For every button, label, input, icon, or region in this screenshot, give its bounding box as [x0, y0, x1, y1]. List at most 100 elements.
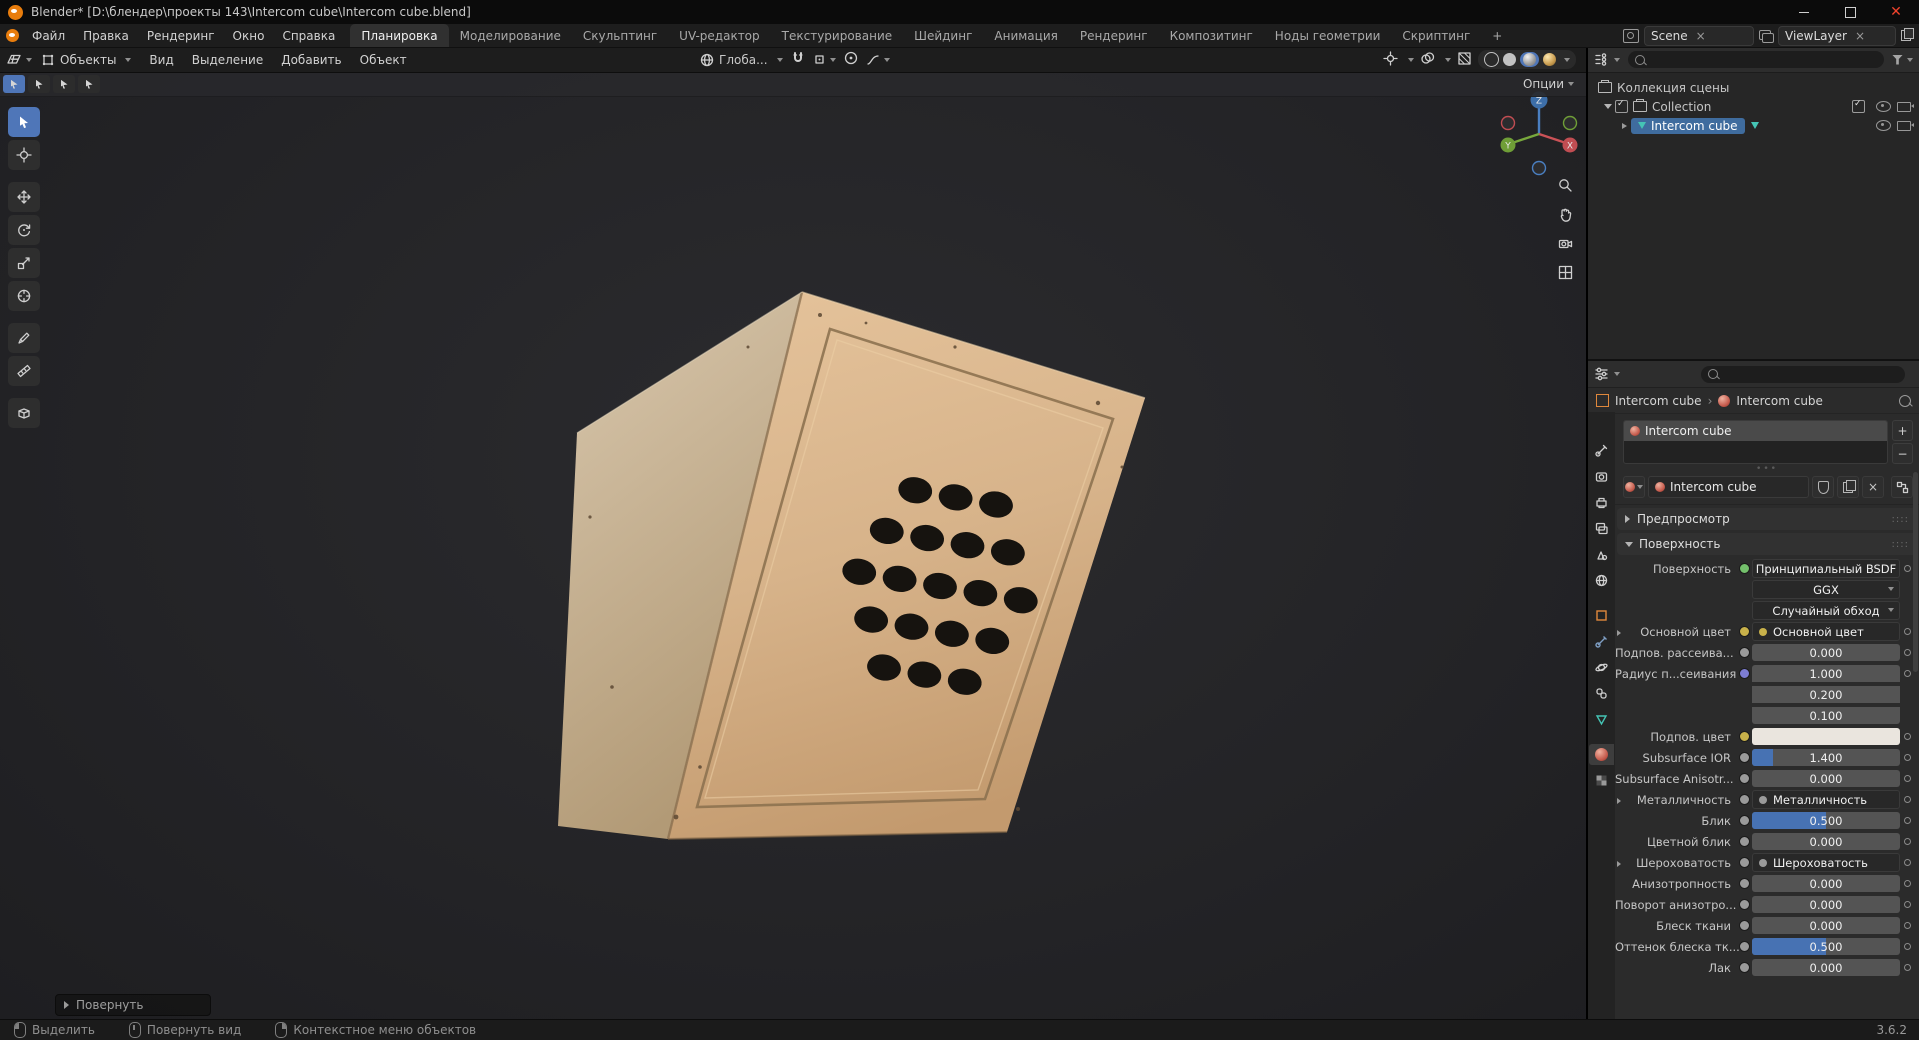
- collapse-icon[interactable]: [1604, 104, 1612, 109]
- material-slot-active[interactable]: Intercom cube: [1624, 421, 1887, 441]
- outliner-row-collection[interactable]: Collection: [1588, 97, 1919, 116]
- properties-editor-caret-icon[interactable]: [1614, 372, 1620, 376]
- clearcoat-slider[interactable]: 0.000: [1752, 959, 1900, 976]
- subsurface-slider[interactable]: 0.000: [1752, 644, 1900, 661]
- decorator-dot[interactable]: [1904, 838, 1911, 845]
- decorator-dot[interactable]: [1904, 565, 1911, 572]
- select-mode-set-button[interactable]: [3, 75, 25, 93]
- menu-add[interactable]: Добавить: [272, 47, 350, 72]
- subsurface-radius-r[interactable]: 1.000: [1752, 665, 1900, 682]
- tab-scene[interactable]: [1589, 544, 1614, 565]
- tab-animation[interactable]: Анимация: [983, 24, 1068, 47]
- zoom-icon[interactable]: [1552, 175, 1578, 195]
- decorator-dot[interactable]: [1904, 754, 1911, 761]
- blender-menu-icon[interactable]: [6, 29, 19, 42]
- tab-object-data[interactable]: [1589, 709, 1614, 730]
- breadcrumb-material[interactable]: Intercom cube: [1736, 394, 1823, 408]
- viewlayer-unlink-icon[interactable]: ×: [1855, 29, 1865, 43]
- fake-user-shield-button[interactable]: [1812, 476, 1834, 498]
- tab-rendering[interactable]: Рендеринг: [1069, 24, 1159, 47]
- decorator-dot[interactable]: [1904, 943, 1911, 950]
- disable-render-icon[interactable]: [1897, 120, 1914, 131]
- operator-panel-rotate[interactable]: Повернуть: [55, 994, 211, 1016]
- tab-shading[interactable]: Шейдинг: [903, 24, 983, 47]
- menu-render[interactable]: Рендеринг: [138, 24, 224, 47]
- add-cube-tool[interactable]: [8, 398, 40, 428]
- menu-file[interactable]: Файл: [23, 24, 74, 47]
- scene-selector[interactable]: Scene ×: [1644, 25, 1754, 46]
- transform-orientation-dropdown[interactable]: Глоба...: [700, 53, 783, 67]
- cursor-tool[interactable]: [8, 140, 40, 170]
- decorator-dot[interactable]: [1904, 628, 1911, 635]
- pan-hand-icon[interactable]: [1552, 204, 1578, 224]
- disable-render-icon[interactable]: [1897, 101, 1914, 112]
- hide-eye-icon[interactable]: [1876, 120, 1891, 131]
- tab-modifiers[interactable]: [1589, 631, 1614, 652]
- collection-exclude-checkbox[interactable]: [1852, 99, 1865, 113]
- subsurface-radius-g[interactable]: 0.200: [1752, 686, 1900, 703]
- decorator-dot[interactable]: [1904, 649, 1911, 656]
- panel-surface[interactable]: Поверхность ::::: [1617, 533, 1917, 555]
- tab-texturing[interactable]: Текстурирование: [771, 24, 903, 47]
- properties-editor-icon[interactable]: [1594, 366, 1610, 382]
- show-gizmo-icon[interactable]: [1383, 50, 1398, 69]
- outliner-search[interactable]: [1628, 51, 1884, 68]
- outliner-editor-caret-icon[interactable]: [1614, 57, 1620, 62]
- distribution-dropdown[interactable]: GGX: [1752, 580, 1900, 599]
- subsurface-radius-b[interactable]: 0.100: [1752, 707, 1900, 724]
- decorator-dot[interactable]: [1904, 775, 1911, 782]
- material-name-field[interactable]: Intercom cube: [1648, 476, 1809, 498]
- sheen-slider[interactable]: 0.000: [1752, 917, 1900, 934]
- subsurface-color-swatch[interactable]: [1752, 728, 1900, 745]
- scene-unlink-icon[interactable]: ×: [1696, 29, 1706, 43]
- panel-preview[interactable]: Предпросмотр ::::: [1617, 508, 1917, 530]
- nodes-icon[interactable]: [1891, 476, 1913, 498]
- tab-compositing[interactable]: Композитинг: [1159, 24, 1264, 47]
- select-mode-subtract-button[interactable]: [53, 75, 75, 93]
- anisotropic-slider[interactable]: 0.000: [1752, 875, 1900, 892]
- menu-edit[interactable]: Правка: [74, 24, 138, 47]
- base-color-input[interactable]: Основной цвет: [1752, 622, 1900, 641]
- proportional-falloff-dropdown[interactable]: [866, 53, 890, 67]
- tab-world[interactable]: [1589, 570, 1614, 591]
- navigation-gizmo[interactable]: Z X Y: [1494, 89, 1584, 179]
- measure-tool[interactable]: [8, 356, 40, 386]
- snap-magnet-icon[interactable]: [791, 51, 805, 68]
- camera-view-icon[interactable]: [1552, 233, 1578, 253]
- gizmo-caret-icon[interactable]: [1408, 57, 1414, 62]
- decorator-dot[interactable]: [1904, 733, 1911, 740]
- snap-target-dropdown[interactable]: [813, 53, 836, 66]
- surface-shader-dropdown[interactable]: Принципиальный BSDF: [1752, 559, 1900, 578]
- decorator-dot[interactable]: [1904, 817, 1911, 824]
- subsurface-ior-slider[interactable]: 1.400: [1752, 749, 1900, 766]
- decorator-dot[interactable]: [1904, 670, 1911, 677]
- tab-view-layer[interactable]: [1589, 518, 1614, 539]
- shading-material-button[interactable]: [1523, 53, 1536, 66]
- move-tool[interactable]: [8, 182, 40, 212]
- menu-select[interactable]: Выделение: [183, 47, 272, 72]
- toggle-grid-icon[interactable]: [1552, 262, 1578, 282]
- decorator-dot[interactable]: [1904, 901, 1911, 908]
- tab-geometry-nodes[interactable]: Ноды геометрии: [1264, 24, 1392, 47]
- overlays-caret-icon[interactable]: [1445, 57, 1451, 62]
- select-mode-extend-button[interactable]: [28, 75, 50, 93]
- shading-solid-button[interactable]: [1503, 53, 1516, 66]
- tool-options-dropdown[interactable]: Опции: [1523, 77, 1586, 91]
- transform-tool[interactable]: [8, 281, 40, 311]
- properties-search[interactable]: [1701, 365, 1905, 383]
- shading-wireframe-button[interactable]: [1484, 52, 1499, 67]
- subsurface-anisotropy-slider[interactable]: 0.000: [1752, 770, 1900, 787]
- shading-caret-icon[interactable]: [1564, 57, 1570, 62]
- outliner-editor-icon[interactable]: [1594, 52, 1610, 68]
- decorator-dot[interactable]: [1904, 859, 1911, 866]
- select-mode-intersect-button[interactable]: [78, 75, 100, 93]
- tab-render[interactable]: [1589, 466, 1614, 487]
- list-resize-grip[interactable]: •••: [1615, 464, 1919, 474]
- menu-window[interactable]: Окно: [224, 24, 274, 47]
- roughness-input[interactable]: Шероховатость: [1752, 853, 1900, 872]
- tab-texture[interactable]: [1589, 770, 1614, 791]
- shading-rendered-button[interactable]: [1543, 53, 1556, 66]
- tab-material[interactable]: [1589, 744, 1614, 765]
- new-viewlayer-icon[interactable]: [1901, 28, 1914, 41]
- minimize-button[interactable]: [1781, 0, 1827, 24]
